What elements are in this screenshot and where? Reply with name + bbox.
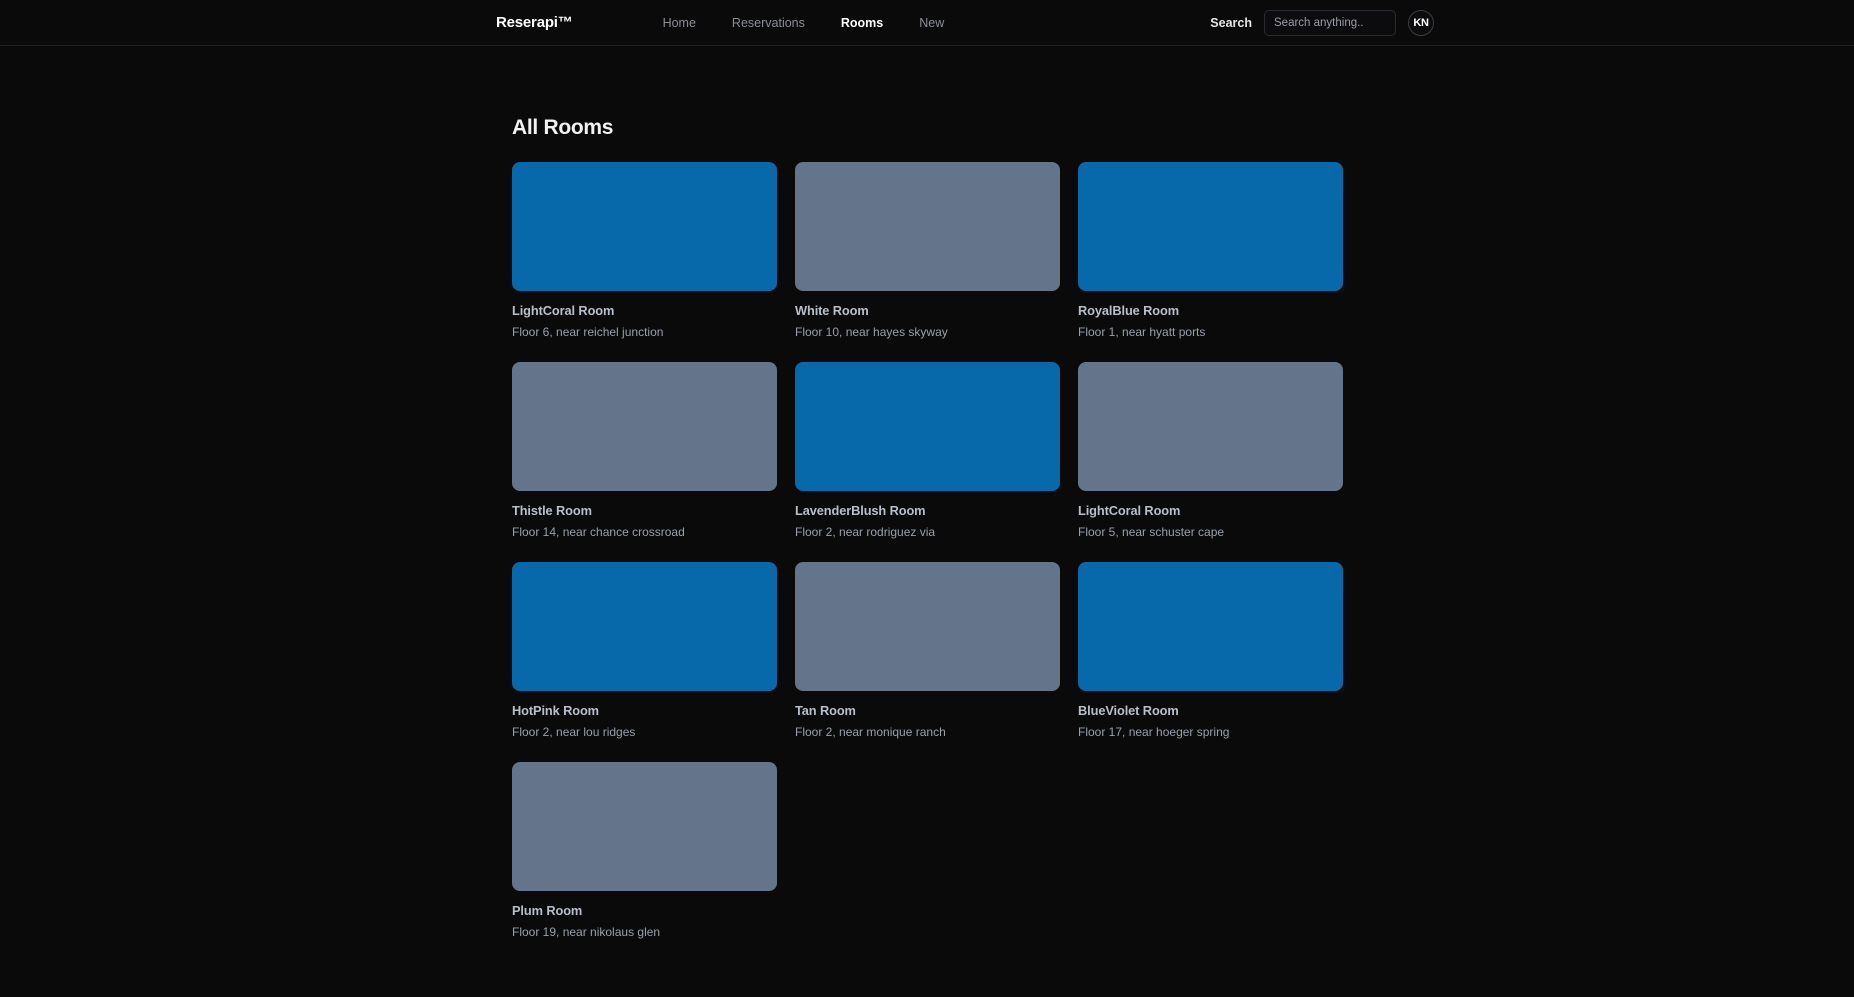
room-name: Plum Room <box>512 903 583 918</box>
room-name: LavenderBlush Room <box>795 503 926 518</box>
room-location: Floor 5, near schuster cape <box>1078 525 1225 539</box>
room-location: Floor 14, near chance crossroad <box>512 525 685 539</box>
top-navbar: Reserapi™ Home Reservations Rooms New Searc… <box>0 0 1854 46</box>
room-thumbnail[interactable] <box>512 162 777 291</box>
room-card[interactable]: LightCoral Room Floor 6, near reichel jun… <box>512 162 777 339</box>
brand-logo[interactable]: Reserapi™ <box>496 14 573 31</box>
navbar-inner: Reserapi™ Home Reservations Rooms New Searc… <box>0 0 1854 45</box>
room-location: Floor 19, near nikolaus glen <box>512 925 661 939</box>
room-location: Floor 17, near hoeger spring <box>1078 725 1230 739</box>
room-thumbnail[interactable] <box>1078 362 1343 491</box>
avatar[interactable]: KN <box>1408 9 1434 36</box>
search-label: Search <box>1210 15 1252 30</box>
room-location: Floor 10, near hayes skyway <box>795 325 948 339</box>
nav-link-home[interactable]: Home <box>645 10 714 36</box>
room-card[interactable]: Tan Room Floor 2, near monique ranch <box>795 562 1060 739</box>
page-title: All Rooms <box>512 116 614 139</box>
room-location: Floor 6, near reichel junction <box>512 325 664 339</box>
rooms-grid: LightCoral Room Floor 6, near reichel jun… <box>512 162 1344 939</box>
nav-link-rooms[interactable]: Rooms <box>823 10 901 36</box>
room-thumbnail[interactable] <box>512 362 777 491</box>
room-name: White Room <box>795 303 869 318</box>
room-location: Floor 1, near hyatt ports <box>1078 325 1206 339</box>
room-name: HotPink Room <box>512 703 599 718</box>
room-location: Floor 2, near rodriguez via <box>795 525 936 539</box>
navbar-right-group: Search KN <box>1210 9 1824 36</box>
room-name: Tan Room <box>795 703 856 718</box>
room-card[interactable]: HotPink Room Floor 2, near lou ridges <box>512 562 777 739</box>
room-thumbnail[interactable] <box>1078 562 1343 691</box>
room-thumbnail[interactable] <box>795 562 1060 691</box>
room-card[interactable]: LightCoral Room Floor 5, near schuster ca… <box>1078 362 1343 539</box>
room-name: BlueViolet Room <box>1078 703 1179 718</box>
room-location: Floor 2, near lou ridges <box>512 725 636 739</box>
room-card[interactable]: BlueViolet Room Floor 17, near hoeger spr… <box>1078 562 1343 739</box>
room-thumbnail[interactable] <box>795 362 1060 491</box>
room-location: Floor 2, near monique ranch <box>795 725 946 739</box>
room-thumbnail[interactable] <box>512 562 777 691</box>
room-name: Thistle Room <box>512 503 592 518</box>
room-card[interactable]: White Room Floor 10, near hayes skyway <box>795 162 1060 339</box>
nav-link-reservations[interactable]: Reservations <box>714 10 823 36</box>
main-content: All Rooms LightCoral Room Floor 6, near r… <box>0 46 1854 939</box>
main-navigation: Home Reservations Rooms New <box>645 10 963 36</box>
search-input[interactable] <box>1264 9 1396 36</box>
room-thumbnail[interactable] <box>1078 162 1343 291</box>
content-container: All Rooms LightCoral Room Floor 6, near r… <box>512 116 1344 939</box>
room-card[interactable]: LavenderBlush Room Floor 2, near rodrigue… <box>795 362 1060 539</box>
room-name: LightCoral Room <box>1078 503 1181 518</box>
room-card[interactable]: RoyalBlue Room Floor 1, near hyatt ports <box>1078 162 1343 339</box>
nav-link-new[interactable]: New <box>901 10 962 36</box>
room-card[interactable]: Plum Room Floor 19, near nikolaus glen <box>512 762 777 939</box>
room-thumbnail[interactable] <box>795 162 1060 291</box>
room-name: RoyalBlue Room <box>1078 303 1179 318</box>
room-name: LightCoral Room <box>512 303 615 318</box>
room-card[interactable]: Thistle Room Floor 14, near chance crossr… <box>512 362 777 539</box>
room-thumbnail[interactable] <box>512 762 777 891</box>
